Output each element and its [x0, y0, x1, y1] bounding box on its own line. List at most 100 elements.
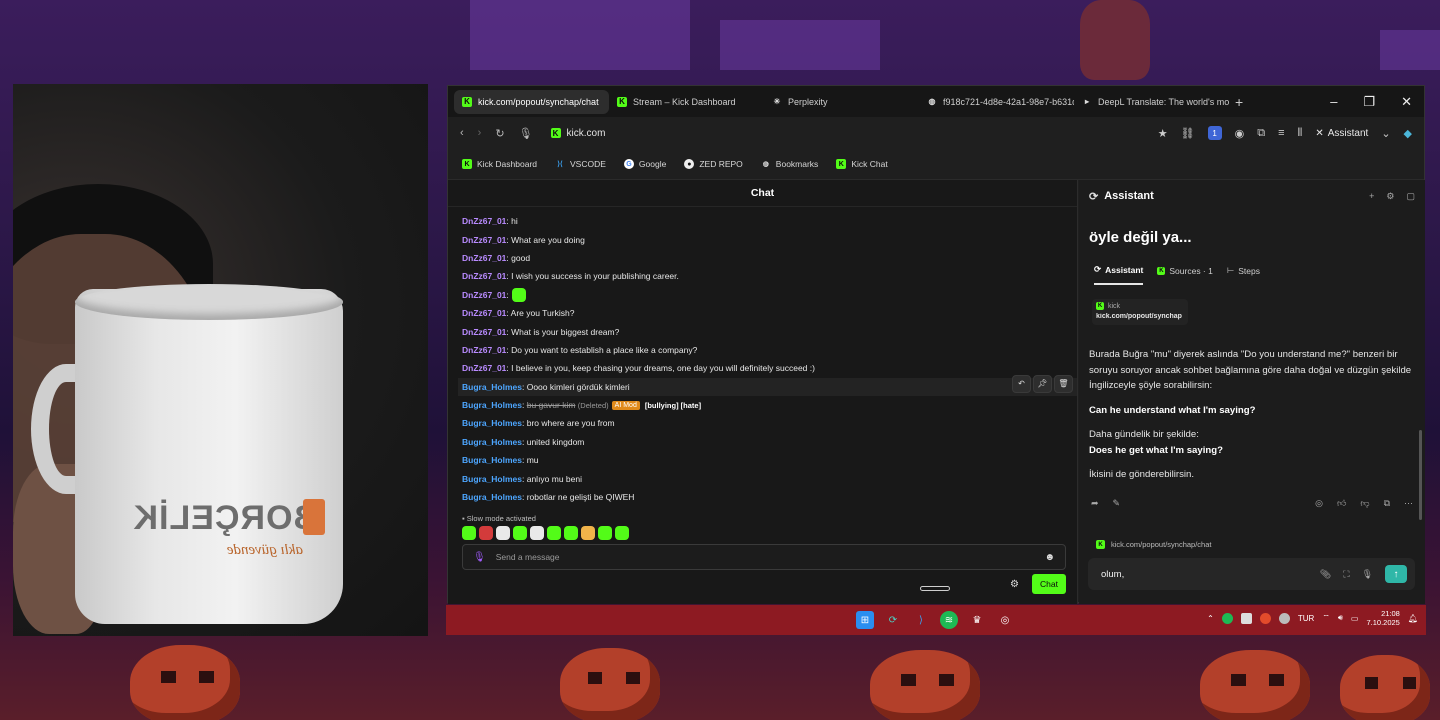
chrome-tray-icon[interactable]: [1259, 612, 1271, 624]
tab-uuid[interactable]: ◍ f918c721-4d8e-42a1-98e7-b631d4 ✕: [919, 90, 1075, 114]
chat-message[interactable]: DnZz67_01:: [462, 286, 1067, 304]
settings-icon[interactable]: ⚙: [1386, 191, 1394, 202]
forward-icon[interactable]: ›: [478, 127, 482, 139]
chat-message[interactable]: Bugra_Holmes: bro where are you from: [462, 414, 1067, 432]
tray-chevron-icon[interactable]: ⌃: [1207, 614, 1214, 623]
bookmark-kick-chat[interactable]: K Kick Chat: [836, 159, 888, 169]
bookmark-kick-dashboard[interactable]: K Kick Dashboard: [462, 159, 537, 169]
chat-message[interactable]: DnZz67_01: I believe in you, keep chasin…: [462, 359, 1067, 377]
assistant-toggle-button[interactable]: ✕ Assistant: [1315, 128, 1368, 139]
plus-icon[interactable]: +: [1369, 191, 1374, 202]
clock[interactable]: 21:08 7.10.2025: [1366, 609, 1399, 627]
edit-icon[interactable]: ✎: [1113, 498, 1121, 509]
tab-steps[interactable]: ⊢ Steps: [1227, 264, 1260, 285]
tab-assistant[interactable]: ⟳ Assistant: [1094, 264, 1144, 285]
chat-username[interactable]: DnZz67_01: [462, 345, 506, 355]
scroll-handle[interactable]: [920, 586, 950, 591]
emote-icon[interactable]: [496, 526, 510, 541]
voice-wave-icon[interactable]: ⦀: [1298, 127, 1303, 140]
thumbs-up-icon[interactable]: 👍︎: [1337, 498, 1346, 509]
chat-message[interactable]: DnZz67_01: Do you want to establish a pl…: [462, 341, 1067, 359]
camera-icon[interactable]: ◉: [1235, 127, 1245, 140]
gear-icon[interactable]: ⚙: [1010, 579, 1019, 590]
chat-username[interactable]: DnZz67_01: [462, 235, 506, 245]
mic-icon[interactable]: 🎙︎: [473, 552, 486, 563]
chat-username[interactable]: Bugra_Holmes: [462, 418, 522, 428]
chat-username[interactable]: DnZz67_01: [462, 327, 506, 337]
chat-username[interactable]: DnZz67_01: [462, 253, 506, 263]
maximize-icon[interactable]: ❐: [1363, 94, 1375, 110]
app-tray-icon[interactable]: [1240, 612, 1252, 624]
pin-window-icon[interactable]: ▢: [1406, 191, 1415, 202]
bookmark-vscode[interactable]: ⟩⟨ VSCODE: [555, 159, 606, 169]
settings-tray-icon[interactable]: [1278, 612, 1290, 624]
battery-icon[interactable]: ▭: [1351, 614, 1359, 623]
chat-message[interactable]: DnZz67_01: hi: [462, 212, 1067, 230]
chat-message[interactable]: DnZz67_01: good: [462, 249, 1067, 267]
obs-icon[interactable]: ◎: [996, 611, 1014, 629]
chat-message[interactable]: Bugra_Holmes: united kingdom: [462, 433, 1067, 451]
attach-icon[interactable]: 📎︎: [1320, 569, 1331, 580]
bookmark-google[interactable]: G Google: [623, 159, 666, 169]
chat-username[interactable]: Bugra_Holmes: [462, 382, 522, 392]
submit-arrow-icon[interactable]: ↑: [1385, 565, 1407, 583]
back-icon[interactable]: ‹: [460, 127, 464, 139]
emote-icon[interactable]: [462, 526, 476, 541]
screenshot-icon[interactable]: ⛶: [1343, 569, 1349, 580]
thumbs-down-icon[interactable]: 👎︎: [1360, 498, 1369, 509]
emote-icon[interactable]: [615, 526, 629, 541]
close-window-icon[interactable]: ✕: [1401, 94, 1412, 110]
chat-username[interactable]: Bugra_Holmes: [462, 437, 522, 447]
tab-kick-dashboard[interactable]: K Stream – Kick Dashboard: [609, 90, 764, 114]
chat-message[interactable]: DnZz67_01: What are you doing: [462, 230, 1067, 248]
wifi-icon[interactable]: ⌔: [1322, 613, 1330, 623]
chat-username[interactable]: Bugra_Holmes: [462, 455, 522, 465]
reply-icon[interactable]: ↶: [1012, 374, 1031, 393]
source-card[interactable]: Kkick kick.com/popout/synchap: [1092, 299, 1188, 325]
chat-message[interactable]: DnZz67_01: What is your biggest dream?: [462, 322, 1067, 340]
assistant-input[interactable]: olum, 📎︎ ⛶ 🎙︎ ↑: [1088, 558, 1415, 590]
chat-username[interactable]: DnZz67_01: [462, 290, 506, 300]
more-icon[interactable]: ⋯: [1404, 498, 1413, 509]
extension-icon[interactable]: 1: [1207, 126, 1222, 140]
extensions-puzzle-icon[interactable]: ⧉: [1257, 127, 1265, 140]
reload-icon[interactable]: ↻: [495, 127, 504, 140]
delete-icon[interactable]: 🗑︎: [1054, 374, 1073, 393]
chat-message[interactable]: DnZz67_01: I wish you success in your pu…: [462, 267, 1067, 285]
chat-message-hovered[interactable]: Bugra_Holmes: Oooo kimleri gördük kimler…: [458, 374, 1077, 396]
mic-icon[interactable]: 🎙︎: [519, 127, 533, 140]
emote-icon[interactable]: [581, 526, 595, 541]
chat-username[interactable]: DnZz67_01: [462, 308, 506, 318]
kick-app-icon[interactable]: ♛: [968, 611, 986, 629]
send-chat-button[interactable]: Chat: [1032, 574, 1066, 594]
menu-lines-icon[interactable]: ≡: [1278, 127, 1284, 139]
sources-icon[interactable]: ◎: [1315, 498, 1323, 509]
windows-start-icon[interactable]: ⊞: [856, 611, 874, 629]
emote-icon[interactable]: [598, 526, 612, 541]
chat-message[interactable]: Bugra_Holmes: anlıyo mu beni: [462, 469, 1067, 487]
chat-message[interactable]: Bugra_Holmes: mu: [462, 451, 1067, 469]
assistant-scrollbar[interactable]: [1419, 430, 1422, 520]
address-bar[interactable]: K kick.com: [550, 128, 605, 139]
chat-username[interactable]: Bugra_Holmes: [462, 400, 522, 410]
emote-icon[interactable]: [530, 526, 544, 541]
copy-icon[interactable]: ⧉: [1384, 498, 1390, 509]
context-page[interactable]: K kick.com/popout/synchap/chat: [1096, 540, 1211, 549]
emote-icon[interactable]: [479, 526, 493, 541]
volume-icon[interactable]: 🔊︎: [1338, 613, 1343, 623]
tab-perplexity[interactable]: ✳ Perplexity: [764, 90, 919, 114]
emoji-icon[interactable]: ☻: [1044, 552, 1055, 563]
vscode-app-icon[interactable]: ⟩: [912, 611, 930, 629]
tab-sources[interactable]: K Sources · 1: [1157, 264, 1213, 285]
profile-icon[interactable]: ◆: [1404, 127, 1412, 140]
chat-message[interactable]: DnZz67_01: Are you Turkish?: [462, 304, 1067, 322]
bookmark-bookmarks[interactable]: ◍ Bookmarks: [761, 159, 819, 169]
emote-icon[interactable]: [547, 526, 561, 541]
pin-icon[interactable]: 📌︎: [1033, 374, 1052, 393]
chat-message-deleted[interactable]: Bugra_Holmes: bu gavur kim (Deleted) AI M…: [462, 396, 1067, 414]
new-tab-icon[interactable]: +: [1235, 94, 1243, 110]
star-icon[interactable]: ★: [1158, 127, 1168, 140]
chat-username[interactable]: Bugra_Holmes: [462, 474, 522, 484]
emote-icon[interactable]: [513, 526, 527, 541]
chat-username[interactable]: DnZz67_01: [462, 271, 506, 281]
